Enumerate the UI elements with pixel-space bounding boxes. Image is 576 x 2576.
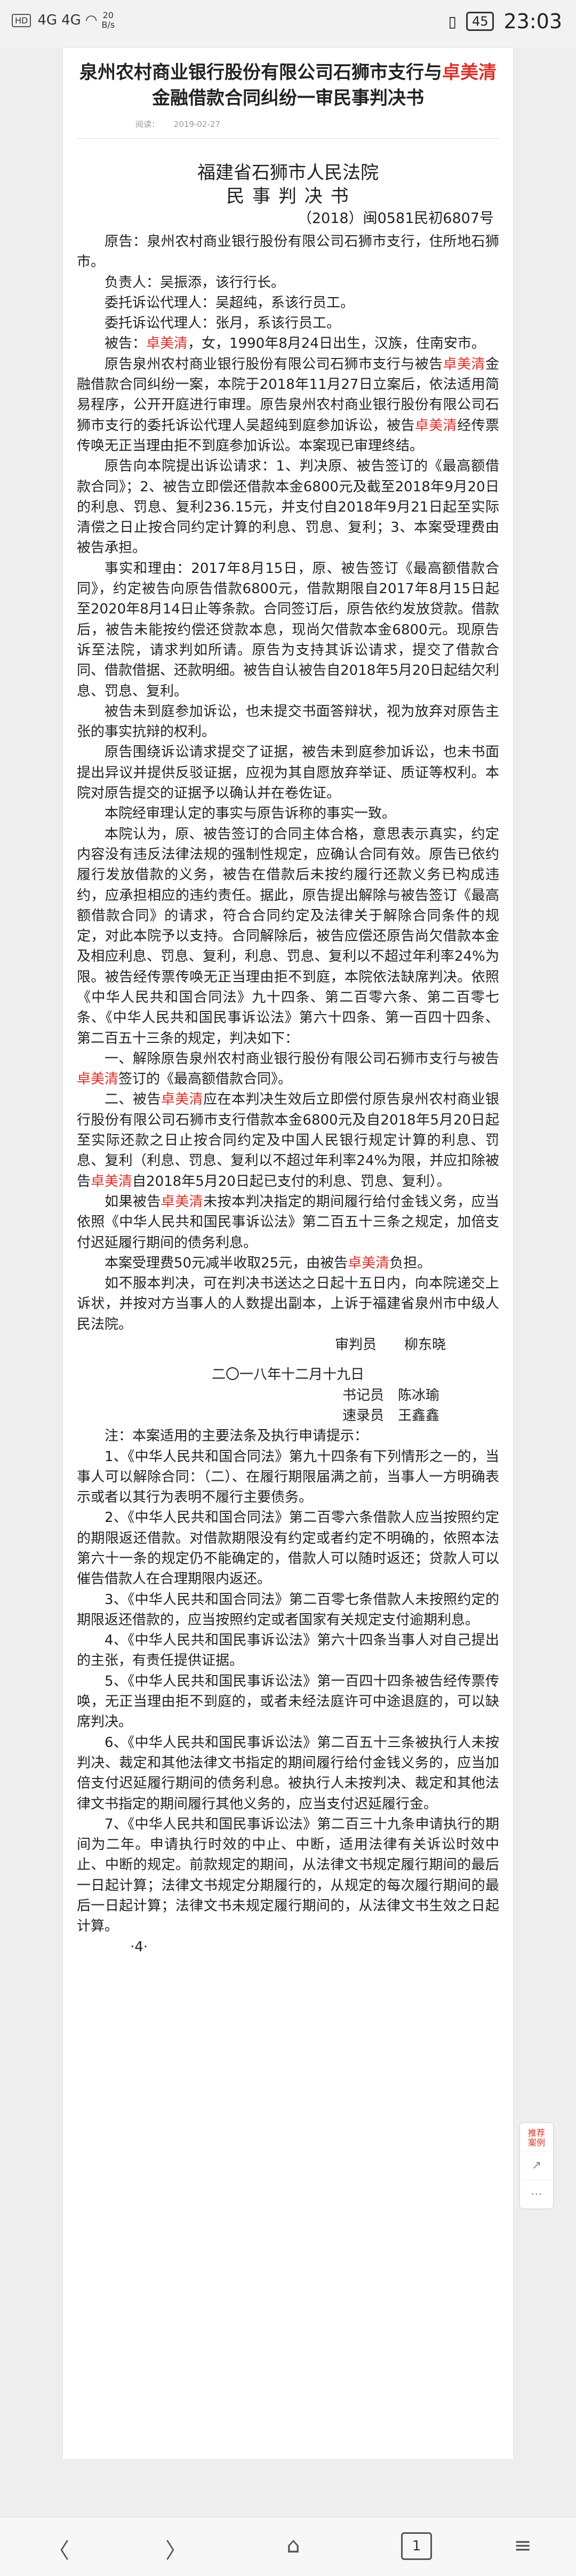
paragraph: 如不服本判决，可在判决书送达之日起十五日内，向本院递交上诉状，并按对方当事人的人… [77,1275,499,1333]
paragraph: 负责人：吴振添，该行行长。 [105,274,285,291]
meta-views: 阅读： [135,119,160,129]
paragraph: 委托诉讼代理人：张月，系该行员工。 [105,315,341,332]
paragraph: 如果被告卓美清未按本判决指定的期间履行给付金钱义务，应当依照《中华人民共和国民事… [77,1193,499,1251]
tabs-button[interactable]: 1 [401,2532,432,2560]
browser-nav-bar: 〈 〉 ⌂ 1 ≡ [0,2517,576,2576]
note-paragraph: 3、《中华人民共和国合同法》第二百零七条借款人未按照约定的期限返还借款的，应当按… [77,1591,499,1628]
court-name: 福建省石狮市人民法院 [197,162,379,184]
note-paragraph: 1、《中华人民共和国合同法》第九十四条有下列情形之一的，当事人可以解除合同：（二… [77,1448,499,1506]
article-meta: 阅读： 2019-02-27 [135,118,513,130]
clerk-signature: 书记员 陈冰瑜 [342,1387,439,1403]
paragraph: 一、解除原告泉州农村商业银行股份有限公司石狮市支行与被告卓美清签订的《最高额借款… [77,1050,499,1088]
signal-1: 4G [37,12,58,28]
more-icon[interactable]: ⋯ [520,2180,553,2208]
menu-button[interactable]: ≡ [501,2533,544,2558]
document-page: 泉州农村商业银行股份有限公司石狮市支行与卓美清金融借款合同纠纷一审民事判决书 阅… [63,48,513,2459]
judgment-body: 原告：泉州农村商业银行股份有限公司石狮市支行，住所地石狮市。 负责人：吴振添，该… [77,232,499,1957]
title-suffix: 金融借款合同纠纷一审民事判决书 [152,87,424,109]
floating-toolbar: 推荐 案例 ↗ ⋯ [520,2123,553,2208]
note-paragraph: 2、《中华人民共和国合同法》第二百零六条借款人应当按照约定的期限返还借款。对借款… [77,1510,499,1588]
meta-date: 2019-02-27 [173,119,220,129]
status-bar: HD 4G 4G ◠ 20 B/s ▯ 45 23:03 [0,0,576,48]
note-paragraph: 7、《中华人民共和国民事诉讼法》第二百三十九条申请执行的期间为二年。申请执行时效… [77,1816,499,1935]
paragraph: 本案受理费50元减半收取25元，由被告卓美清负担。 [105,1255,431,1271]
judge-signature: 审判员 柳东晓 [334,1337,446,1353]
title-party: 卓美清 [442,62,497,83]
hd-badge: HD [12,13,31,27]
paragraph: 事实和理由：2017年8月15日，原、被告签订《最高额借款合同》，约定被告向原告… [77,560,499,699]
recommended-cases-button[interactable]: 推荐 案例 [520,2123,553,2151]
paragraph: 原告向本院提出诉讼请求：1、判决原、被告签订的《最高额借款合同》；2、被告立即偿… [77,458,499,556]
paragraph: 二、被告卓美清应在本判决生效后立即偿付原告泉州农村商业银行股份有限公司石狮市支行… [77,1091,499,1190]
forward-button[interactable]: 〉 [155,2533,197,2564]
paragraph: 被告未到庭参加诉讼，也未提交书面答辩状，视为放弃对原告主张的事实抗辩的权利。 [77,703,499,740]
status-right: ▯ 45 23:03 [449,10,562,33]
home-button[interactable]: ⌂ [272,2533,315,2558]
paragraph: 原告泉州农村商业银行股份有限公司石狮市支行与被告卓美清金融借款合同纠纷一案，本院… [77,356,499,454]
note-paragraph: 6、《中华人民共和国民事诉讼法》第二百五十三条被执行人未按判决、裁定和其他法律文… [77,1734,499,1812]
shorthand-signature: 速录员 王鑫鑫 [342,1407,439,1424]
paragraph: 原告围绕诉讼请求提交了证据，被告未到庭参加诉讼，也未书面提出异议并提供反驳证据，… [77,744,499,802]
paragraph: 原告：泉州农村商业银行股份有限公司石狮市支行，住所地石狮市。 [77,234,499,270]
page-marker: ·4· [130,1939,148,1955]
page-title: 泉州农村商业银行股份有限公司石狮市支行与卓美清金融借款合同纠纷一审民事判决书 [76,60,500,111]
status-left: HD 4G 4G ◠ 20 B/s [12,11,115,30]
clock: 23:03 [503,10,562,33]
divider [76,138,500,139]
title-prefix: 泉州农村商业银行股份有限公司石狮市支行与 [79,62,442,83]
back-button[interactable]: 〈 [37,2533,80,2564]
battery-indicator: 45 [466,12,494,31]
paragraph: 本院认为，原、被告签订的合同主体合格，意思表示真实，约定内容没有违反法律法规的强… [77,826,499,1047]
case-number: （2018）闽0581民初6807号 [297,210,494,227]
paragraph: 被告：卓美清，女，1990年8月24日出生，汉族，住南安市。 [105,336,485,352]
note-paragraph: 4、《中华人民共和国民事诉讼法》第六十四条当事人对自己提出的主张，有责任提供证据… [77,1632,499,1669]
wifi-icon: ◠ [85,12,98,28]
signal-2: 4G [61,12,81,28]
paragraph: 本院经审理认定的事实与原告诉称的事实一致。 [105,806,396,822]
network-speed: 20 B/s [101,10,115,30]
document-type: 民 事 判 决 书 [226,186,350,207]
share-icon[interactable]: ↗ [520,2151,553,2180]
paragraph: 委托诉讼代理人：吴超纯，系该行员工。 [105,294,355,311]
note-paragraph: 注：本案适用的主要法条及执行申请提示： [105,1428,369,1445]
note-paragraph: 5、《中华人民共和国民事诉讼法》第一百四十四条被告经传票传唤，无正当理由拒不到庭… [77,1673,499,1730]
judgment-date: 二〇一八年十二月十九日 [211,1367,364,1383]
vibrate-icon: ▯ [448,12,457,30]
